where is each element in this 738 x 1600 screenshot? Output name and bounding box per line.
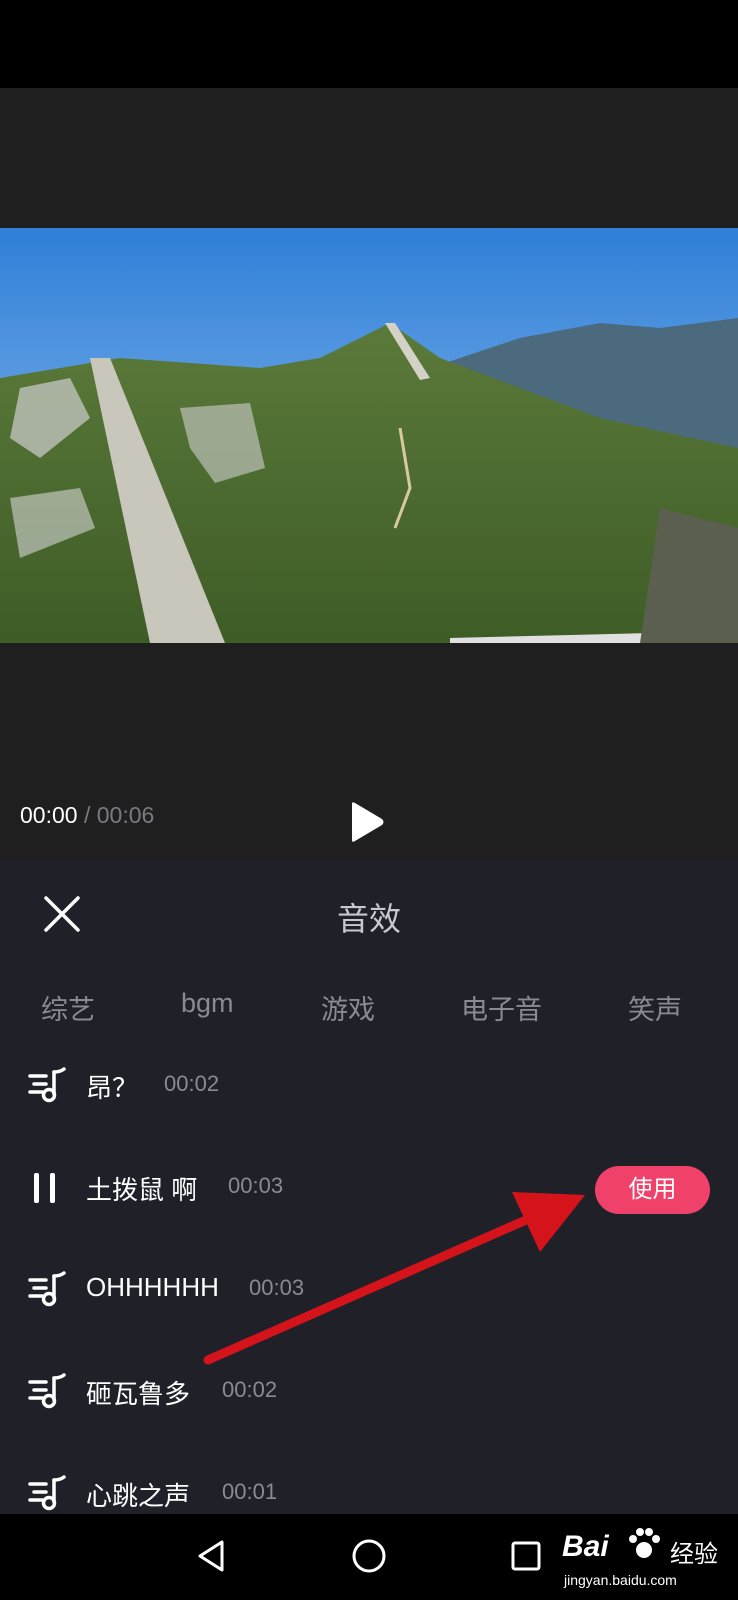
pause-icon[interactable] [28, 1168, 68, 1208]
tab-electronic[interactable]: 电子音 [461, 988, 542, 1027]
sound-duration: 00:03 [228, 1173, 284, 1198]
tab-laughter[interactable]: 笑声 [628, 988, 682, 1027]
tab-game[interactable]: 游戏 [321, 988, 375, 1027]
sound-name: 砸瓦鲁多 [86, 1379, 191, 1409]
watermark-url: jingyan.baidu.com [564, 1572, 677, 1588]
sound-duration: 00:01 [222, 1479, 278, 1504]
video-preview-area: 00:00 / 00:06 [0, 88, 738, 860]
music-note-icon [28, 1373, 66, 1409]
tab-bgm[interactable]: bgm [181, 988, 234, 1019]
home-circle-icon[interactable] [349, 1536, 389, 1576]
sound-name: 土拨鼠 啊 [86, 1175, 198, 1205]
video-frame [0, 228, 738, 643]
category-tabs: 综艺 bgm 游戏 电子音 笑声 [0, 988, 738, 1028]
sound-duration: 00:02 [164, 1071, 220, 1096]
music-note-icon [28, 1067, 66, 1103]
watermark-brand-cn: 经验 [670, 1541, 718, 1568]
status-bar [0, 0, 738, 88]
sound-effects-panel: 音效 综艺 bgm 游戏 电子音 笑声 昂？ 00:02 土拨鼠 啊 00:03… [0, 860, 738, 1514]
total-time: 00:06 [96, 802, 155, 828]
current-time: 00:00 [20, 802, 78, 828]
sound-name: 心跳之声 [86, 1481, 191, 1511]
list-item[interactable]: 砸瓦鲁多 00:02 [0, 1344, 738, 1444]
list-item[interactable]: 心跳之声 00:01 [0, 1446, 738, 1514]
sound-name: OHHHHHH [86, 1272, 219, 1302]
recents-square-icon[interactable] [506, 1536, 546, 1576]
use-button[interactable]: 使用 [595, 1166, 710, 1214]
sound-duration: 00:02 [222, 1377, 278, 1402]
watermark-brand: Bai [562, 1530, 609, 1563]
time-separator: / [77, 802, 97, 828]
tab-variety[interactable]: 综艺 [41, 988, 95, 1027]
time-readout: 00:00 / 00:06 [20, 802, 154, 829]
paw-icon [629, 1528, 660, 1558]
music-note-icon [28, 1271, 66, 1307]
watermark: Bai 经验 jingyan.baidu.com [562, 1518, 732, 1596]
music-note-icon [28, 1475, 66, 1511]
panel-title: 音效 [336, 901, 401, 937]
back-triangle-icon[interactable] [192, 1536, 232, 1576]
play-icon[interactable] [346, 800, 386, 844]
sound-name: 昂？ [86, 1073, 139, 1103]
list-item[interactable]: OHHHHHH 00:03 [0, 1242, 738, 1342]
list-item[interactable]: 昂？ 00:02 [0, 1038, 738, 1138]
sound-duration: 00:03 [249, 1275, 305, 1300]
